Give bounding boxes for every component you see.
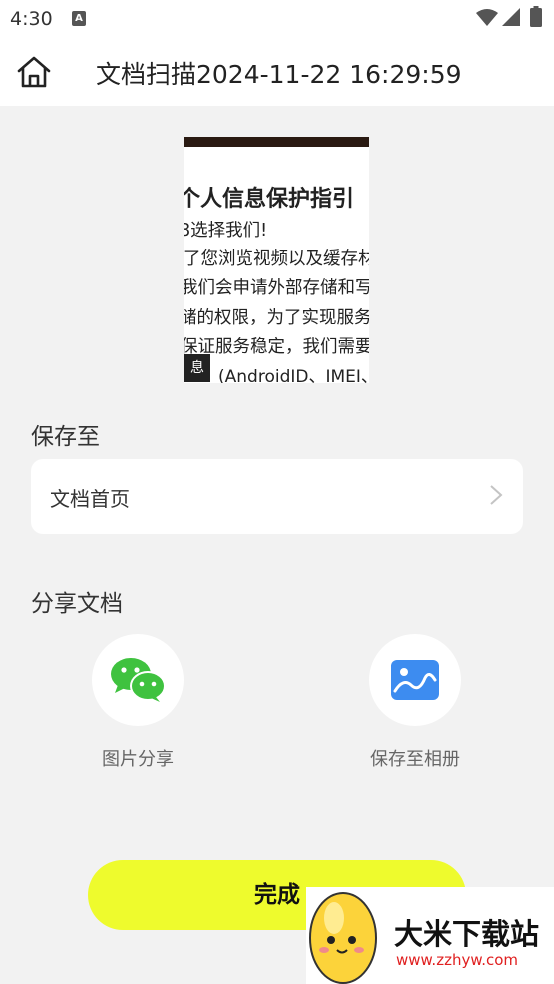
page-title: 文档扫描2024-11-22 16:29:59 [96, 60, 462, 89]
preview-line: 保证服务稳定，我们需要 [184, 337, 369, 357]
share-image-button[interactable] [92, 634, 184, 726]
header: 文档扫描2024-11-22 16:29:59 [0, 38, 554, 106]
document-preview[interactable]: 个人信息保护指引 8选择我们! 了您浏览视频以及缓存材 我们会申请外部存储和写 … [184, 137, 369, 383]
home-button[interactable] [15, 54, 53, 90]
chevron-right-icon [490, 485, 503, 505]
preview-line: 储的权限，为了实现服务 [184, 308, 369, 328]
preview-line: 了您浏览视频以及缓存材 [184, 249, 369, 269]
save-to-album-label: 保存至相册 [370, 749, 460, 770]
gallery-icon [391, 660, 439, 700]
preview-line: 我们会申请外部存储和写 [184, 278, 369, 298]
save-to-album-button[interactable] [369, 634, 461, 726]
preview-badge: 息 [184, 354, 210, 382]
wifi-icon [476, 9, 498, 26]
status-bar: 4:30 A [0, 0, 554, 38]
preview-image-strip [184, 137, 369, 147]
share-section-label: 分享文档 [31, 591, 123, 617]
share-image-circle [92, 634, 184, 726]
status-time: 4:30 [10, 8, 53, 30]
battery-icon [530, 6, 542, 27]
save-destination-label: 文档首页 [50, 487, 130, 511]
watermark: 大米下载站 www.zzhyw.com [306, 887, 554, 984]
text-a-icon: A [72, 11, 86, 26]
preview-line: 8选择我们! [184, 221, 268, 241]
signal-icon [502, 8, 520, 26]
share-image-label: 图片分享 [102, 749, 174, 770]
watermark-title: 大米下载站 [394, 917, 540, 951]
home-icon [17, 56, 51, 88]
save-destination-row[interactable]: 文档首页 [31, 459, 523, 534]
save-section-label: 保存至 [31, 424, 100, 450]
save-to-album-circle [369, 634, 461, 726]
watermark-url: www.zzhyw.com [396, 951, 519, 969]
rice-mascot-logo [309, 892, 377, 984]
wechat-icon [111, 658, 166, 702]
preview-title: 个人信息保护指引 [184, 187, 355, 212]
preview-line: (AndroidID、IMEI、 [218, 367, 369, 383]
